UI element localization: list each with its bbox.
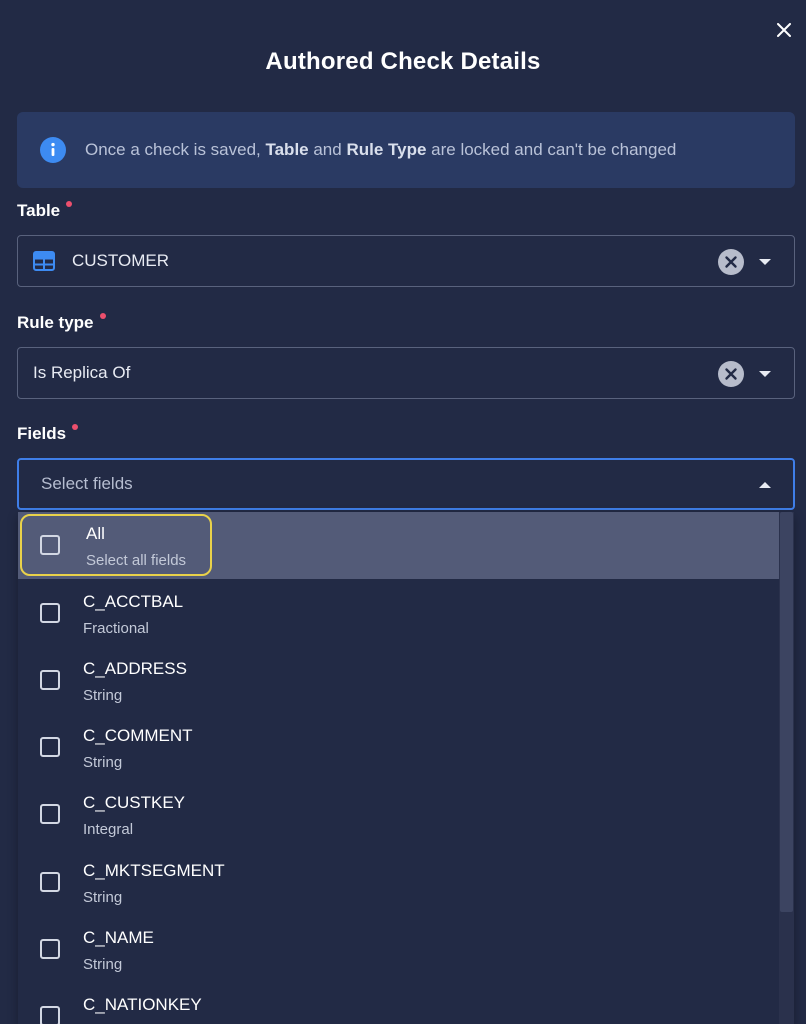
highlight-ring — [20, 514, 212, 576]
required-indicator — [66, 201, 73, 207]
option-name: C_ACCTBAL — [83, 592, 184, 611]
option-name: C_NAME — [83, 928, 154, 947]
option-c-acctbal[interactable]: C_ACCTBAL Fractional — [18, 580, 779, 647]
scrollbar-thumb[interactable] — [780, 512, 793, 912]
chevron-down-icon[interactable] — [758, 256, 772, 268]
option-c-nationkey[interactable]: C_NATIONKEY — [18, 983, 779, 1024]
rule-type-label: Rule type — [17, 313, 106, 333]
checkbox-c-address[interactable] — [40, 670, 60, 690]
dialog-title: Authored Check Details — [265, 48, 541, 75]
info-icon — [40, 137, 66, 163]
checkbox-c-acctbal[interactable] — [40, 603, 60, 623]
option-type: Integral — [83, 821, 134, 838]
checkbox-c-name[interactable] — [40, 939, 60, 959]
option-c-custkey[interactable]: C_CUSTKEY Integral — [18, 781, 779, 848]
fields-select[interactable]: Select fields — [17, 458, 795, 510]
checkbox-c-mktsegment[interactable] — [40, 872, 60, 892]
option-all[interactable]: All Select all fields — [18, 512, 779, 579]
checkbox-c-comment[interactable] — [40, 737, 60, 757]
fields-select-placeholder: Select fields — [41, 474, 133, 493]
rule-type-label-text: Rule type — [17, 313, 94, 332]
dropdown-scrollbar[interactable] — [779, 512, 794, 1024]
info-banner: Once a check is saved, Table and Rule Ty… — [17, 112, 795, 188]
clear-rule-type-icon[interactable] — [718, 361, 744, 387]
option-c-comment[interactable]: C_COMMENT String — [18, 714, 779, 781]
option-type: String — [83, 754, 123, 771]
option-type: String — [83, 956, 123, 973]
banner-text-mid: and — [308, 140, 347, 159]
close-icon — [777, 23, 791, 37]
option-c-name[interactable]: C_NAME String — [18, 916, 779, 983]
banner-text-post: are locked and can't be changed — [426, 140, 677, 159]
option-c-mktsegment[interactable]: C_MKTSEGMENT String — [18, 849, 779, 916]
fields-dropdown-list[interactable]: All Select all fields C_ACCTBAL Fraction… — [18, 512, 794, 1024]
clear-table-icon[interactable] — [718, 249, 744, 275]
close-button[interactable] — [772, 18, 796, 42]
checkbox-c-nationkey[interactable] — [40, 1006, 60, 1024]
option-name: C_MKTSEGMENT — [83, 861, 225, 880]
option-type: Fractional — [83, 620, 149, 637]
banner-text-pre: Once a check is saved, — [85, 140, 266, 159]
option-type: String — [83, 687, 123, 704]
option-name: C_COMMENT — [83, 726, 193, 745]
option-name: C_CUSTKEY — [83, 793, 186, 812]
required-indicator — [99, 313, 106, 319]
banner-text: Once a check is saved, Table and Rule Ty… — [85, 140, 676, 160]
banner-table-word: Table — [265, 140, 309, 159]
option-type: String — [83, 889, 123, 906]
table-select[interactable]: CUSTOMER — [17, 235, 795, 287]
checkbox-c-custkey[interactable] — [40, 804, 60, 824]
option-c-address[interactable]: C_ADDRESS String — [18, 647, 779, 714]
rule-type-select-value: Is Replica Of — [33, 363, 131, 382]
fields-label-text: Fields — [17, 424, 67, 443]
fields-label: Fields — [17, 424, 79, 444]
banner-rule-word: Rule Type — [346, 140, 427, 159]
option-name: C_ADDRESS — [83, 659, 187, 678]
option-name: C_NATIONKEY — [83, 995, 202, 1014]
rule-type-select[interactable]: Is Replica Of — [17, 347, 795, 399]
chevron-up-icon[interactable] — [758, 479, 772, 491]
required-indicator — [72, 424, 79, 430]
table-label: Table — [17, 201, 73, 221]
chevron-down-icon[interactable] — [758, 368, 772, 380]
table-icon — [33, 251, 55, 271]
table-label-text: Table — [17, 201, 61, 220]
table-select-value: CUSTOMER — [72, 251, 169, 270]
